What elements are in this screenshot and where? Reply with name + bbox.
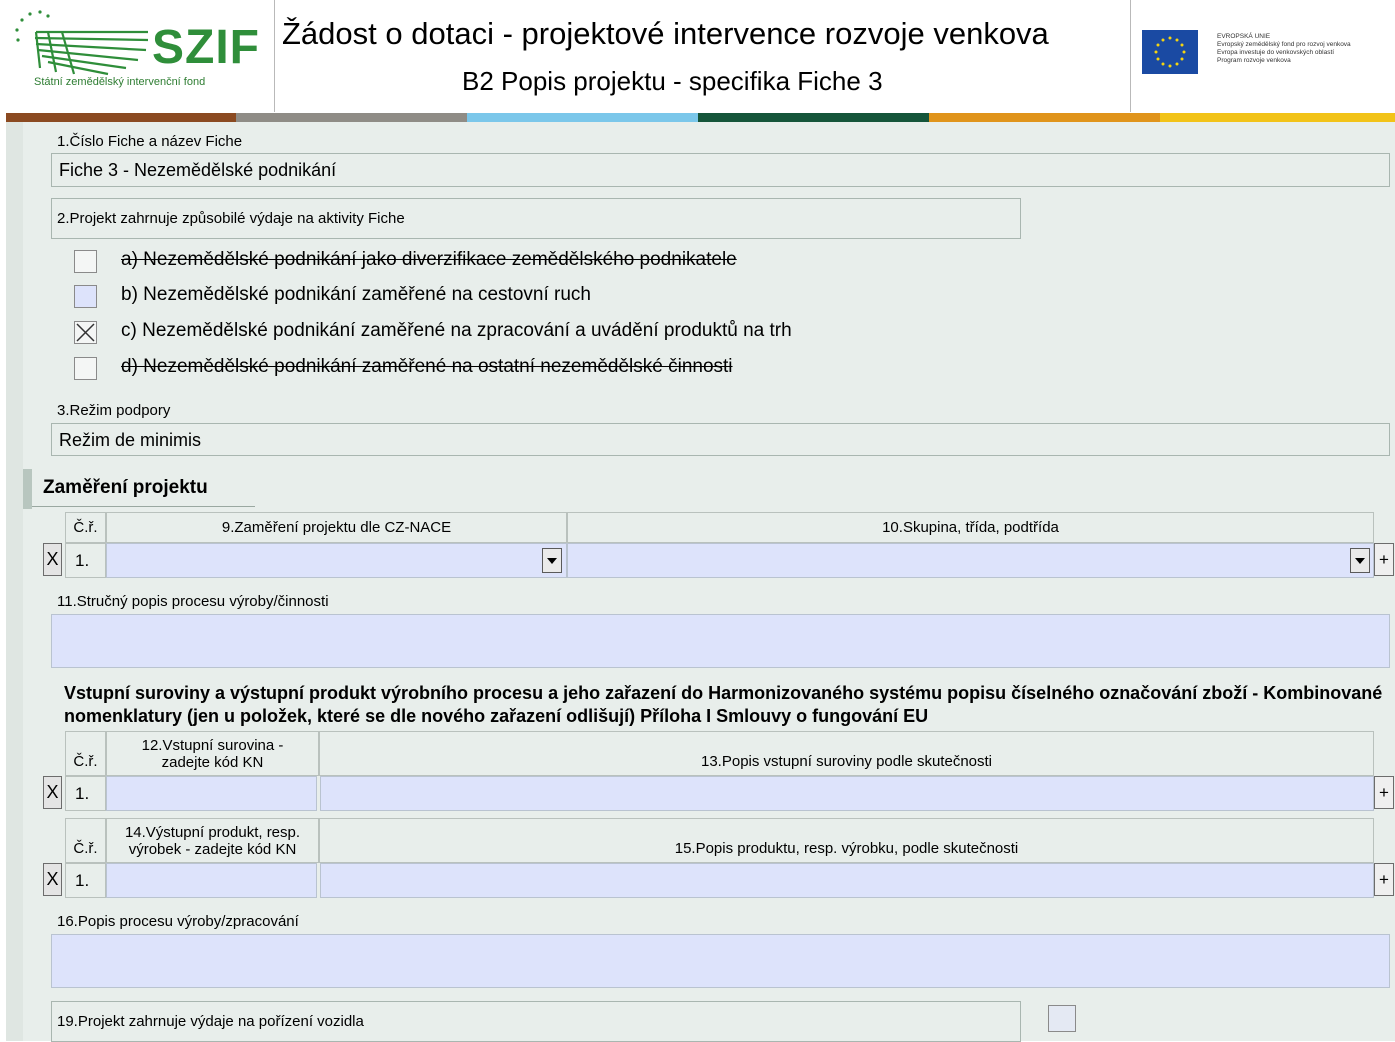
remove-row-button[interactable]: X <box>43 543 62 576</box>
col-row-number: Č.ř. <box>65 731 106 776</box>
eu-line: EVROPSKÁ UNIE <box>1217 33 1271 40</box>
fiche-field: Fiche 3 - Nezemědělské podnikání <box>51 153 1390 187</box>
cz-nace-select[interactable] <box>106 543 567 578</box>
process-description-input[interactable] <box>51 614 1390 668</box>
remove-row-button[interactable]: X <box>43 863 62 896</box>
vehicle-expense-label: 19.Projekt zahrnuje výdaje na pořízení v… <box>51 1001 1021 1042</box>
logo-szif-text: SZIF <box>152 21 260 74</box>
support-regime-field: Režim de minimis <box>51 423 1390 456</box>
output-kn-field[interactable] <box>106 863 317 898</box>
raw-materials-heading: Vstupní suroviny a výstupní produkt výro… <box>64 683 1383 726</box>
production-process-input[interactable] <box>51 934 1390 988</box>
left-margin-bar <box>6 122 23 1041</box>
production-process-label: 16.Popis procesu výroby/zpracování <box>57 913 299 930</box>
stripe-segment <box>6 113 236 122</box>
row-number: 1. <box>65 543 106 578</box>
row-number: 1. <box>65 863 106 898</box>
col-output-desc: 15.Popis produktu, resp. výrobku, podle … <box>319 818 1374 863</box>
stripe-segment <box>929 113 1160 122</box>
add-row-button[interactable]: + <box>1374 776 1394 809</box>
group-class-dropdown-button[interactable] <box>1350 548 1370 573</box>
add-row-button[interactable]: + <box>1374 863 1394 896</box>
section-marker <box>23 469 32 509</box>
eu-text: EVROPSKÁ UNIE Evropský zemědělský fond p… <box>1217 33 1351 65</box>
eu-line: Evropa investuje do venkovských oblastí <box>1217 49 1335 56</box>
stripe-segment <box>1160 113 1395 122</box>
activity-c-label: c) Nezemědělské podnikání zaměřené na zp… <box>121 320 792 341</box>
logo-subtitle: Státní zemědělský intervenční fond <box>34 76 206 88</box>
process-description-label: 11.Stručný popis procesu výroby/činnosti <box>57 593 329 610</box>
vehicle-expense-checkbox[interactable] <box>1048 1005 1076 1032</box>
activity-c-checkbox[interactable] <box>74 321 97 344</box>
fiche-label: 1.Číslo Fiche a název Fiche <box>57 133 243 150</box>
row-number: 1. <box>65 776 106 811</box>
checked-x-icon <box>76 323 95 342</box>
section-title: Zaměření projektu <box>43 477 208 498</box>
stripe-segment <box>698 113 929 122</box>
activity-d-checkbox[interactable] <box>74 357 97 380</box>
activity-b-label: b) Nezemědělské podnikání zaměřené na ce… <box>121 284 591 305</box>
page-title: Žádost o dotaci - projektové intervence … <box>282 16 1049 51</box>
chevron-down-icon <box>547 557 557 564</box>
stripe-segment <box>467 113 698 122</box>
eu-line: Evropský zemědělský fond pro rozvoj venk… <box>1217 41 1351 48</box>
logo-fields-icon <box>15 10 149 76</box>
page-subtitle: B2 Popis projektu - specifika Fiche 3 <box>462 66 883 96</box>
activity-d-label: d) Nezemědělské podnikání zaměřené na os… <box>121 356 733 377</box>
col-input-desc: 13.Popis vstupní suroviny podle skutečno… <box>319 731 1374 776</box>
remove-row-button[interactable]: X <box>43 776 62 809</box>
activity-a-checkbox[interactable] <box>74 250 97 273</box>
group-class-select[interactable] <box>567 543 1374 578</box>
szif-logo: SZIF Státní zemědělský intervenční fond <box>4 0 275 112</box>
stripe-segment <box>236 113 467 122</box>
col-cz-nace: 9.Zaměření projektu dle CZ-NACE <box>106 512 567 543</box>
col-output-kn: 14.Výstupní produkt, resp. výrobek - zad… <box>106 818 319 863</box>
activity-a-label: a) Nezemědělské podnikání jako diverzifi… <box>121 249 737 270</box>
section-underline <box>32 506 255 507</box>
eu-line: Program rozvoje venkova <box>1217 57 1291 64</box>
add-row-button[interactable]: + <box>1374 543 1394 576</box>
activity-b-checkbox[interactable] <box>74 285 97 308</box>
col-group-class: 10.Skupina, třída, podtřída <box>567 512 1374 543</box>
cz-nace-dropdown-button[interactable] <box>542 548 562 573</box>
support-regime-label: 3.Režim podpory <box>57 402 171 419</box>
col-row-number: Č.ř. <box>65 512 106 543</box>
input-desc-field[interactable] <box>320 776 1374 811</box>
col-row-number: Č.ř. <box>65 818 106 863</box>
output-desc-field[interactable] <box>320 863 1374 898</box>
input-kn-field[interactable] <box>106 776 317 811</box>
col-input-kn: 12.Vstupní surovina - zadejte kód KN <box>106 731 319 776</box>
chevron-down-icon <box>1355 557 1365 564</box>
eu-flag-icon <box>1142 30 1198 74</box>
activities-label: 2.Projekt zahrnuje způsobilé výdaje na a… <box>51 198 1021 239</box>
